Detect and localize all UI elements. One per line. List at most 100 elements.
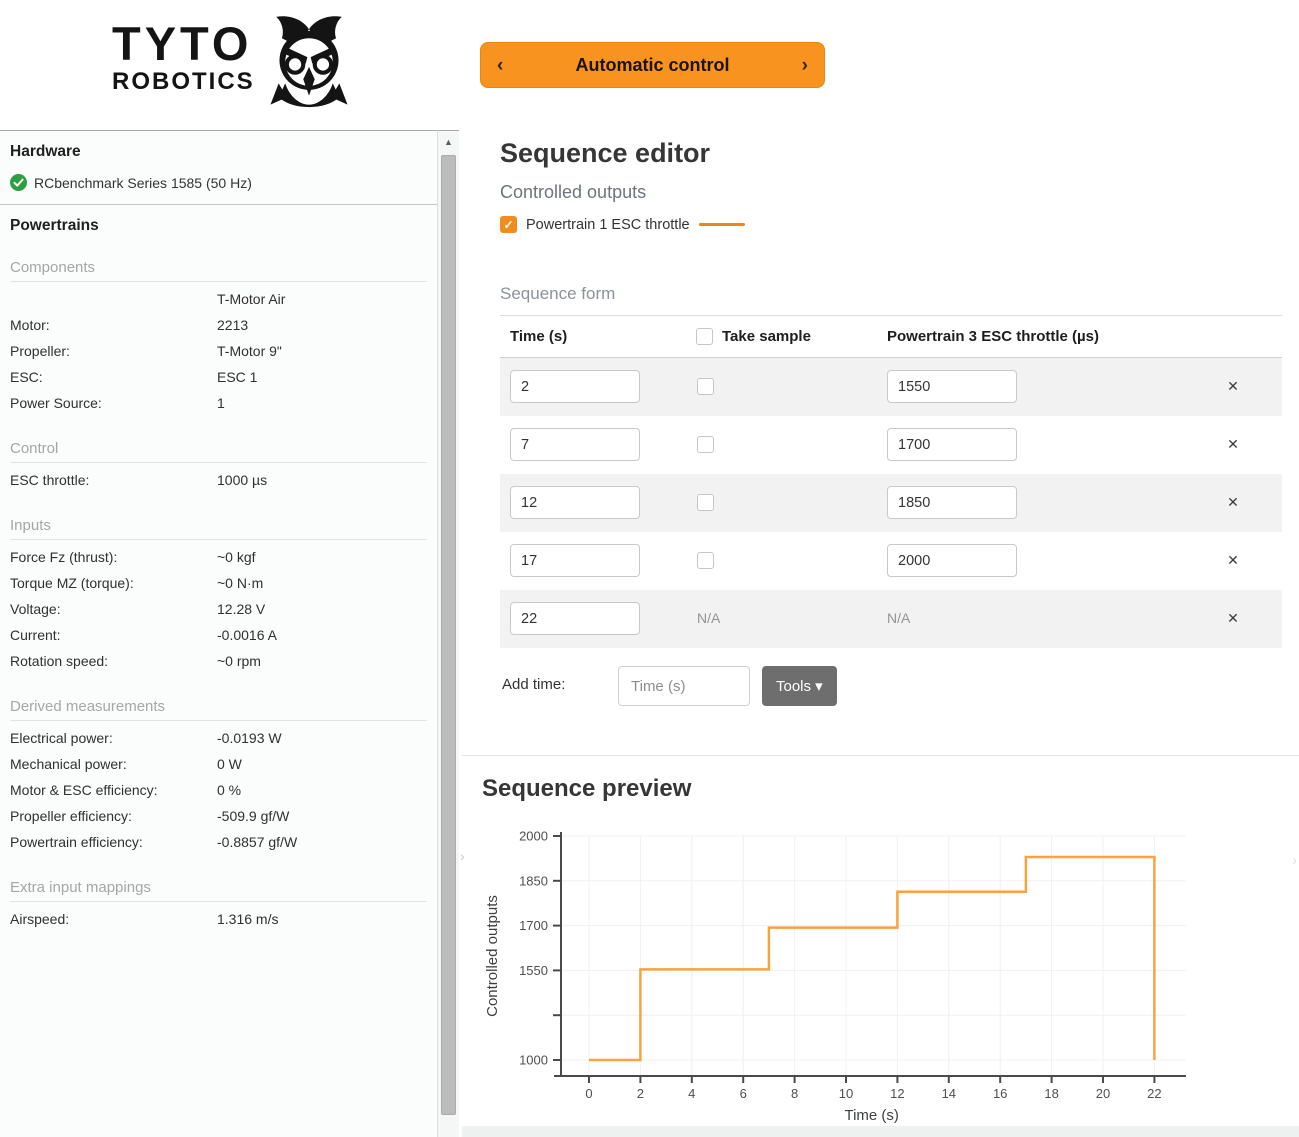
svg-text:12: 12 bbox=[890, 1086, 904, 1101]
svg-text:4: 4 bbox=[688, 1086, 695, 1101]
svg-text:Time (s): Time (s) bbox=[844, 1107, 898, 1124]
row-value: 12.28 V bbox=[217, 596, 265, 622]
take-sample-checkbox[interactable] bbox=[697, 494, 714, 511]
remove-row-button[interactable]: ✕ bbox=[1222, 436, 1244, 453]
svg-text:8: 8 bbox=[791, 1086, 798, 1101]
panel-splitter-handle-right[interactable]: › bbox=[1292, 852, 1297, 868]
sequence-form-title: Sequence form bbox=[500, 284, 615, 304]
connected-check-icon bbox=[10, 174, 27, 191]
add-time-label: Add time: bbox=[502, 676, 565, 693]
row-label: Motor: bbox=[10, 317, 50, 333]
sequence-preview-title: Sequence preview bbox=[482, 775, 691, 803]
panel-splitter-handle-left[interactable]: › bbox=[460, 848, 465, 864]
row-value: 2213 bbox=[217, 312, 248, 338]
throttle-input[interactable] bbox=[887, 370, 1017, 403]
row-label: Current: bbox=[10, 627, 61, 643]
row-value: 1000 µs bbox=[217, 467, 267, 493]
row-value: 0 % bbox=[217, 777, 241, 803]
row-value: ~0 kgf bbox=[217, 544, 256, 570]
sequence-table-row: ✕ bbox=[500, 532, 1282, 590]
take-sample-checkbox[interactable] bbox=[697, 552, 714, 569]
row-value: -0.0016 A bbox=[217, 622, 277, 648]
row-label: Rotation speed: bbox=[10, 653, 108, 669]
sidebar-row: Mechanical power:0 W bbox=[10, 751, 427, 777]
time-input[interactable] bbox=[510, 486, 640, 519]
take-sample-header-checkbox[interactable] bbox=[696, 328, 713, 345]
svg-text:14: 14 bbox=[942, 1086, 956, 1101]
sequence-table-row: ✕ bbox=[500, 416, 1282, 474]
row-label: Power Source: bbox=[10, 395, 102, 411]
svg-text:1550: 1550 bbox=[519, 963, 548, 978]
svg-text:2000: 2000 bbox=[519, 829, 548, 844]
row-value: -0.0193 W bbox=[217, 725, 282, 751]
output-color-swatch bbox=[699, 223, 745, 226]
row-value: T-Motor Air bbox=[217, 286, 285, 312]
automatic-control-nav-button[interactable]: ‹ Automatic control › bbox=[480, 42, 825, 88]
row-value: ESC 1 bbox=[217, 364, 257, 390]
row-value: 1.316 m/s bbox=[217, 906, 278, 932]
svg-text:6: 6 bbox=[740, 1086, 747, 1101]
take-sample-checkbox[interactable] bbox=[697, 436, 714, 453]
svg-text:Controlled outputs: Controlled outputs bbox=[484, 895, 501, 1017]
section-title: Components bbox=[10, 259, 427, 282]
nav-next-icon[interactable]: › bbox=[802, 56, 808, 75]
sidebar-row: ESC: ESC 1 bbox=[10, 364, 427, 390]
throttle-column-header: Powertrain 3 ESC throttle (µs) bbox=[887, 328, 1099, 345]
take-sample-checkbox[interactable] bbox=[697, 378, 714, 395]
time-input[interactable] bbox=[510, 370, 640, 403]
row-label: Airspeed: bbox=[10, 911, 69, 927]
logo-text-tyto: TYTO bbox=[112, 20, 255, 67]
svg-text:2: 2 bbox=[637, 1086, 644, 1101]
section-title: Control bbox=[10, 440, 427, 463]
throttle-input[interactable] bbox=[887, 428, 1017, 461]
take-sample-column-header: Take sample bbox=[722, 328, 811, 345]
output-checkbox-checked[interactable]: ✓ bbox=[500, 216, 517, 233]
section-divider bbox=[462, 755, 1299, 756]
sequence-form-table: Time (s) Take sample Powertrain 3 ESC th… bbox=[500, 315, 1282, 648]
tools-dropdown-button[interactable]: Tools ▾ bbox=[762, 666, 837, 706]
nav-prev-icon[interactable]: ‹ bbox=[497, 56, 503, 75]
sidebar-row: Rotation speed:~0 rpm bbox=[10, 648, 427, 674]
row-label: Voltage: bbox=[10, 601, 61, 617]
time-input[interactable] bbox=[510, 428, 640, 461]
svg-text:16: 16 bbox=[993, 1086, 1007, 1101]
sidebar-row: Force Fz (thrust):~0 kgf bbox=[10, 544, 427, 570]
row-label: Torque MZ (torque): bbox=[10, 575, 134, 591]
row-label: ESC: bbox=[10, 369, 43, 385]
sidebar-row: T-Motor Air bbox=[10, 286, 427, 312]
sidebar-divider bbox=[0, 204, 437, 205]
svg-text:1700: 1700 bbox=[519, 918, 548, 933]
throttle-input[interactable] bbox=[887, 544, 1017, 577]
take-sample-na: N/A bbox=[697, 610, 720, 626]
output-toggle-row: ✓ Powertrain 1 ESC throttle bbox=[500, 216, 745, 233]
sidebar-scrollbar[interactable]: ▲ bbox=[437, 130, 459, 1137]
hardware-section-title: Hardware bbox=[10, 143, 427, 161]
throttle-input[interactable] bbox=[887, 486, 1017, 519]
add-time-input[interactable] bbox=[618, 666, 750, 706]
remove-row-button[interactable]: ✕ bbox=[1222, 552, 1244, 569]
sidebar-row: Motor: 2213 bbox=[10, 312, 427, 338]
hardware-sidebar: Hardware RCbenchmark Series 1585 (50 Hz)… bbox=[0, 130, 437, 1137]
scrollbar-up-arrow-icon[interactable]: ▲ bbox=[438, 131, 459, 153]
time-input[interactable] bbox=[510, 602, 640, 635]
row-value: -0.8857 gf/W bbox=[217, 829, 297, 855]
svg-text:1850: 1850 bbox=[519, 873, 548, 888]
sidebar-section-derived-measurements: Derived measurementsElectrical power:-0.… bbox=[10, 698, 427, 855]
svg-text:10: 10 bbox=[839, 1086, 853, 1101]
sidebar-row: Motor & ESC efficiency:0 % bbox=[10, 777, 427, 803]
scrollbar-thumb[interactable] bbox=[441, 155, 456, 1115]
remove-row-button[interactable]: ✕ bbox=[1222, 610, 1244, 627]
output-toggle-label: Powertrain 1 ESC throttle bbox=[526, 217, 690, 233]
row-value: ~0 N·m bbox=[217, 570, 263, 596]
remove-row-button[interactable]: ✕ bbox=[1222, 494, 1244, 511]
time-input[interactable] bbox=[510, 544, 640, 577]
table-header-row: Time (s) Take sample Powertrain 3 ESC th… bbox=[500, 315, 1282, 358]
row-label: Electrical power: bbox=[10, 730, 113, 746]
svg-text:18: 18 bbox=[1044, 1086, 1058, 1101]
sidebar-row: Torque MZ (torque): ~0 N·m bbox=[10, 570, 427, 596]
sequence-step-line bbox=[589, 857, 1154, 1060]
sidebar-row: ESC throttle:1000 µs bbox=[10, 467, 427, 493]
throttle-na: N/A bbox=[887, 610, 910, 626]
sequence-editor-title: Sequence editor bbox=[500, 138, 710, 169]
remove-row-button[interactable]: ✕ bbox=[1222, 378, 1244, 395]
